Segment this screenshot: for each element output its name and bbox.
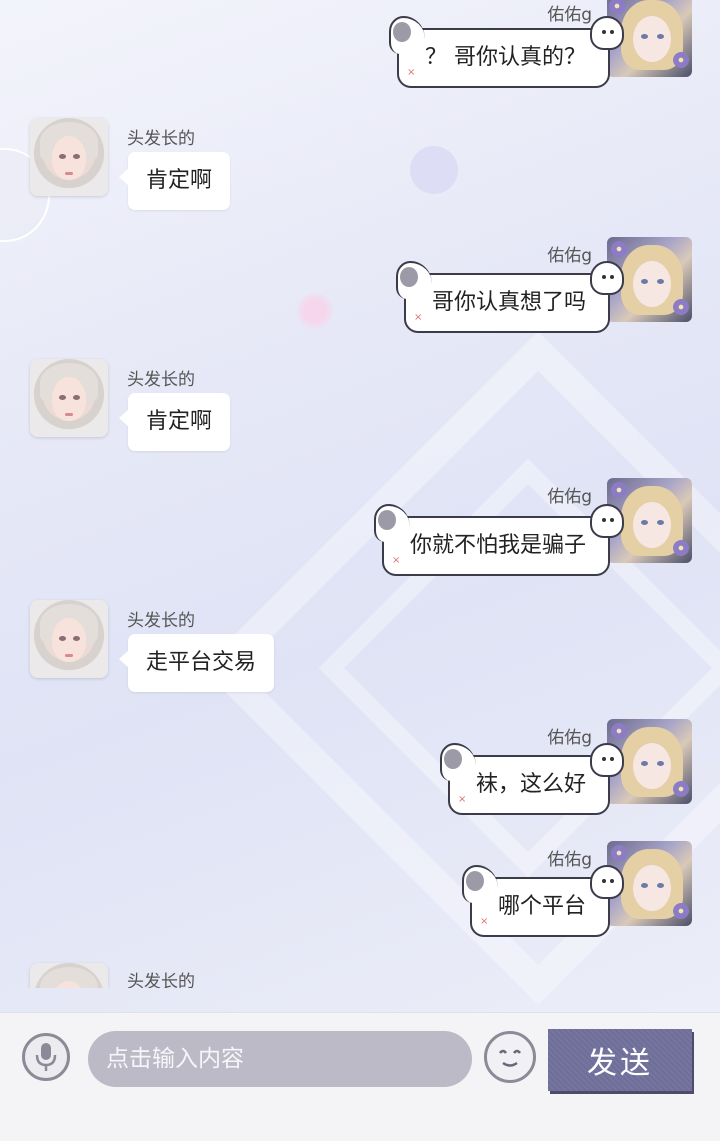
sender-name: 头发长的 <box>127 370 195 390</box>
message-item: 佑佑g × 哪个平台 <box>0 841 720 945</box>
message-bubble[interactable]: × 哪个平台 <box>461 865 624 937</box>
smiley-face-icon <box>499 1049 521 1067</box>
message-text: 袜，这么好 <box>475 772 586 797</box>
message-bubble[interactable]: 走平台交易 <box>118 634 275 692</box>
message-bubble[interactable]: 肯定啊 <box>118 152 231 210</box>
message-item: 佑佑g × 哥你认真想了吗 <box>0 237 720 341</box>
send-button[interactable]: 发送 <box>548 1029 692 1091</box>
message-item: 佑佑g × ？ 哥你认真的？ <box>0 0 720 100</box>
message-text: 肯定啊 <box>146 409 213 434</box>
sender-name: 佑佑g <box>547 850 592 870</box>
message-bubble[interactable]: × ？ 哥你认真的？ <box>389 16 624 88</box>
message-item: 头发长的 肯定啊 <box>0 359 720 459</box>
avatar[interactable] <box>30 963 108 988</box>
message-bubble[interactable]: × 哥你认真想了吗 <box>395 261 624 333</box>
voice-input-button[interactable] <box>22 1033 70 1081</box>
message-text: 肯定啊 <box>146 168 213 193</box>
message-text: 哪个平台 <box>497 894 586 919</box>
avatar[interactable] <box>30 118 108 196</box>
message-text: ？ 哥你认真的？ <box>425 45 586 70</box>
message-bubble[interactable]: 肯定啊 <box>118 393 231 451</box>
message-item: 头发长的 走平台交易 <box>0 600 720 700</box>
message-text: 哥你认真想了吗 <box>431 290 586 315</box>
sender-name: 头发长的 <box>127 611 195 631</box>
avatar[interactable] <box>30 600 108 678</box>
microphone-icon <box>35 1043 57 1071</box>
message-item: 佑佑g × 袜，这么好 <box>0 719 720 823</box>
message-bubble[interactable]: × 袜，这么好 <box>439 743 624 815</box>
message-bubble[interactable]: × 你就不怕我是骗子 <box>373 504 624 576</box>
sender-name: 佑佑g <box>547 5 592 25</box>
emoji-button[interactable] <box>484 1031 536 1083</box>
sender-name: 佑佑g <box>547 487 592 507</box>
message-text: 走平台交易 <box>146 650 257 675</box>
sender-name: 头发长的 <box>127 972 195 988</box>
sender-name: 佑佑g <box>547 728 592 748</box>
avatar[interactable] <box>30 359 108 437</box>
message-item: 佑佑g × 你就不怕我是骗子 <box>0 478 720 582</box>
input-bar: 发送 <box>0 1012 720 1141</box>
sender-name: 头发长的 <box>127 129 195 149</box>
message-list[interactable]: 佑佑g × ？ 哥你认真的？ 头发长的 肯定啊 佑佑g × 哥你认真想了吗 头发… <box>0 0 720 988</box>
message-item: 头发长的 <box>0 963 720 988</box>
chat-screen: 佑佑g × ？ 哥你认真的？ 头发长的 肯定啊 佑佑g × 哥你认真想了吗 头发… <box>0 0 720 1141</box>
message-text: 你就不怕我是骗子 <box>409 533 586 558</box>
message-input[interactable] <box>88 1031 472 1087</box>
message-item: 头发长的 肯定啊 <box>0 118 720 218</box>
sender-name: 佑佑g <box>547 246 592 266</box>
